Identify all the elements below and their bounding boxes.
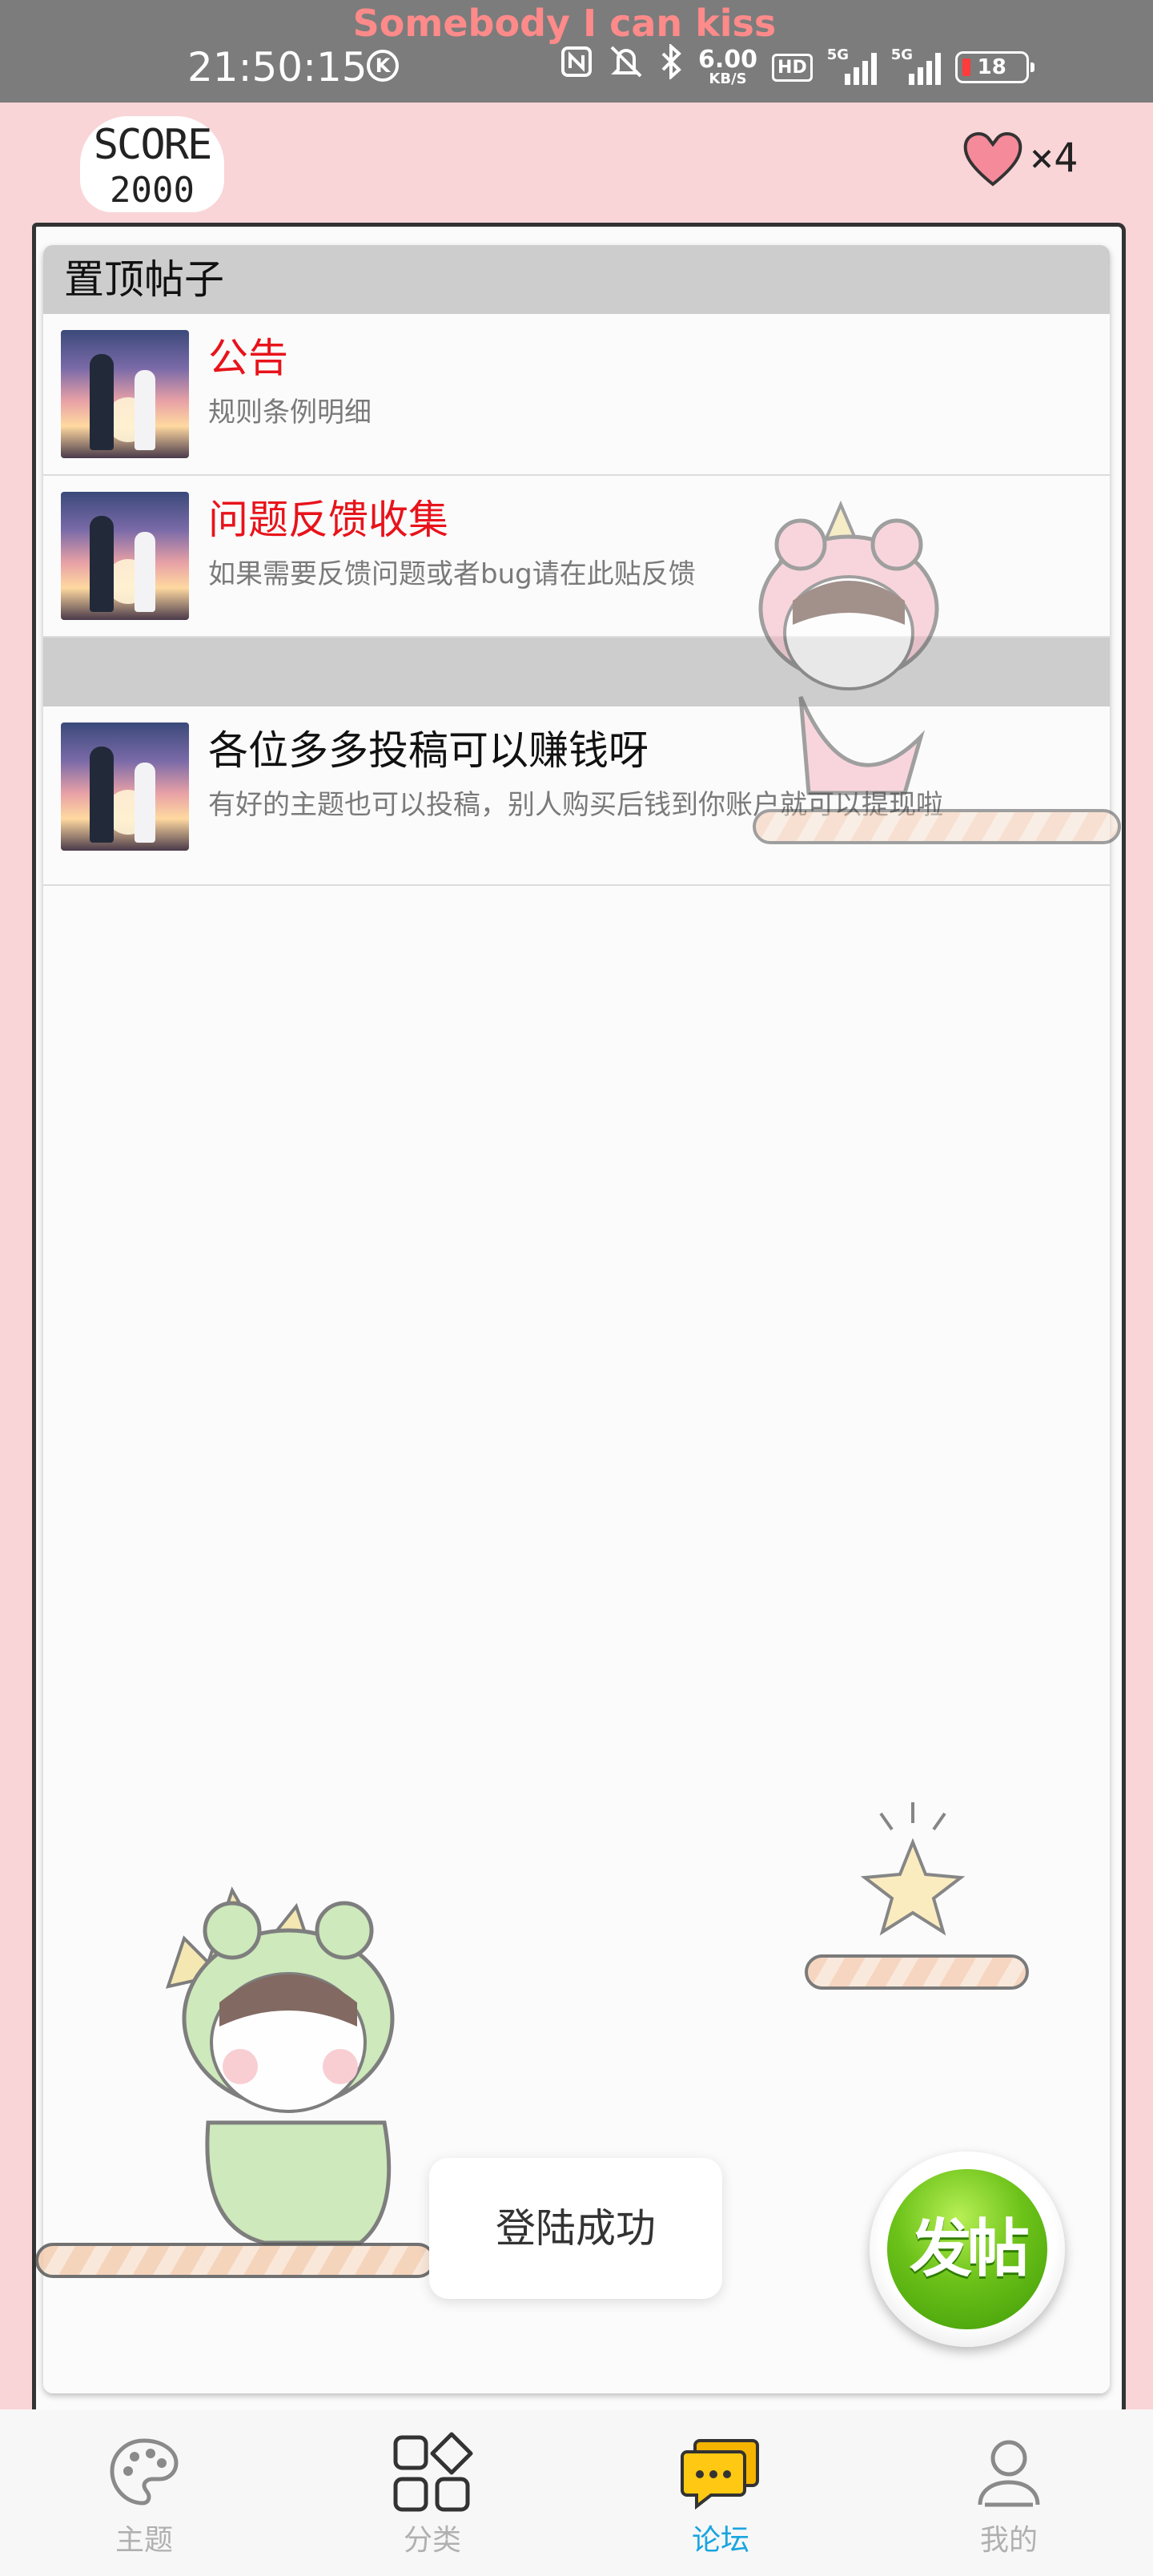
nav-label: 我的 (979, 2524, 1038, 2557)
nav-item-theme[interactable]: 主题 (0, 2409, 288, 2576)
net-speed: 6.00 KB/S (698, 48, 757, 87)
bottom-nav: 主题 分类 论坛 我的 (0, 2409, 1153, 2576)
new-post-label: 发帖 (887, 2169, 1047, 2329)
score-value: 2000 (110, 170, 195, 211)
clock: 21:50:15 (187, 44, 368, 91)
pinned-post[interactable]: 问题反馈收集 如果需要反馈问题或者bug请在此贴反馈 (43, 476, 1110, 638)
palette-icon (100, 2429, 188, 2517)
nav-label: 论坛 (691, 2524, 749, 2557)
battery-icon: 18 (954, 51, 1034, 83)
signal-icon-2: 5G (891, 46, 941, 85)
nav-label: 主题 (114, 2524, 173, 2557)
post-thumbnail (61, 492, 189, 620)
post-title: 各位多多投稿可以赚钱呀 (208, 727, 649, 774)
post-title: 公告 (208, 335, 288, 381)
lives-count: ×4 (1030, 135, 1079, 181)
forum-post[interactable]: 各位多多投稿可以赚钱呀 有好的主题也可以投稿，别人购买后钱到你账户就可以提现啦 (43, 706, 1110, 886)
signal-label-2: 5G (890, 46, 914, 63)
new-post-button[interactable]: 发帖 (870, 2151, 1065, 2347)
bluetooth-icon (660, 42, 684, 91)
score-badge: SCORE 2000 (80, 116, 224, 212)
chat-bubbles-icon (677, 2429, 765, 2517)
person-icon (965, 2429, 1053, 2517)
lives-indicator: ×4 (961, 128, 1078, 187)
heart-icon (963, 131, 1022, 187)
net-speed-value: 6.00 (698, 46, 758, 74)
k-badge-icon: K (367, 50, 399, 82)
nfc-icon (560, 45, 593, 90)
grid-icon (388, 2429, 476, 2517)
login-success-toast: 登陆成功 (429, 2158, 722, 2299)
mute-icon (607, 44, 645, 91)
lyric-text: Somebody I can kiss (352, 2, 777, 45)
signal-icon: 5G (827, 46, 877, 85)
post-thumbnail (61, 330, 189, 458)
hd-icon: HD (772, 53, 813, 82)
post-subtitle: 有好的主题也可以投稿，别人购买后钱到你账户就可以提现啦 (208, 789, 943, 821)
forum-panel: 置顶帖子 公告 规则条例明细 问题反馈收集 如果需要反馈问题或者bug请在此贴反… (43, 245, 1110, 2393)
pinned-section-header: 置顶帖子 (43, 245, 1110, 314)
post-thumbnail (61, 722, 189, 851)
pinned-post[interactable]: 公告 规则条例明细 (43, 314, 1110, 476)
post-title: 问题反馈收集 (208, 497, 448, 543)
score-label: SCORE (93, 121, 213, 169)
post-subtitle: 规则条例明细 (208, 396, 372, 429)
status-icons: 6.00 KB/S HD 5G 5G 18 (560, 42, 1034, 91)
net-speed-unit: KB/S (709, 70, 747, 87)
nav-item-profile[interactable]: 我的 (865, 2409, 1153, 2576)
nav-label: 分类 (403, 2524, 461, 2557)
status-bar: Somebody I can kiss 21:50:15 K 6.00 KB/S… (0, 0, 1153, 103)
signal-label: 5G (826, 46, 850, 63)
post-subtitle: 如果需要反馈问题或者bug请在此贴反馈 (208, 558, 696, 590)
section-divider (43, 638, 1110, 706)
nav-item-forum[interactable]: 论坛 (576, 2409, 865, 2576)
nav-item-category[interactable]: 分类 (288, 2409, 576, 2576)
